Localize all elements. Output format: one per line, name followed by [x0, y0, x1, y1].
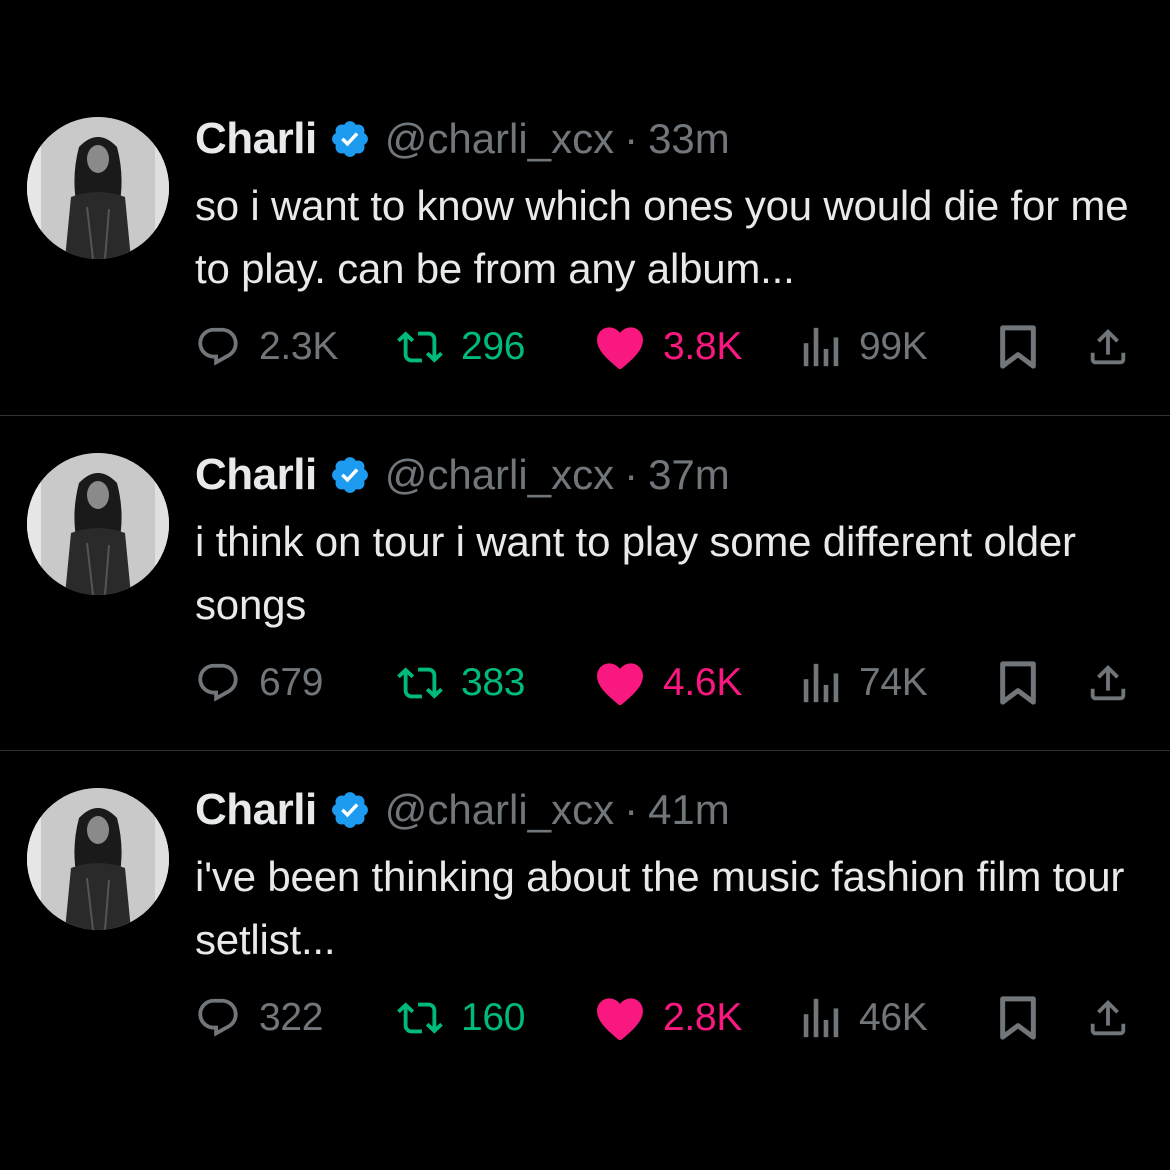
verified-badge-icon — [329, 454, 371, 496]
share-icon — [1085, 660, 1131, 706]
separator-dot: · — [624, 451, 639, 498]
share-icon — [1085, 995, 1131, 1041]
bookmark-button[interactable] — [998, 322, 1038, 372]
views-count: 99K — [859, 325, 928, 368]
retweet-button[interactable]: 160 — [397, 993, 525, 1043]
reply-icon — [195, 660, 241, 706]
timestamp[interactable]: 33m — [648, 115, 730, 163]
action-bar: 322 160 2.8K 46K — [195, 993, 1145, 1043]
share-button[interactable] — [1085, 658, 1131, 708]
avatar[interactable] — [27, 117, 169, 259]
tweet-text: i've been thinking about the music fashi… — [195, 853, 1125, 963]
handle[interactable]: @charli_xcx — [385, 115, 614, 163]
reply-icon — [195, 324, 241, 370]
views-button[interactable]: 46K — [801, 993, 928, 1043]
action-bar: 679 383 4.6K 74K — [195, 658, 1145, 708]
bookmark-button[interactable] — [998, 658, 1038, 708]
reply-button[interactable]: 2.3K — [195, 322, 338, 372]
views-icon — [801, 324, 841, 370]
retweet-button[interactable]: 383 — [397, 658, 525, 708]
timestamp[interactable]: 41m — [648, 786, 730, 834]
like-button[interactable]: 2.8K — [595, 993, 742, 1043]
bookmark-button[interactable] — [998, 993, 1038, 1043]
timestamp[interactable]: 37m — [648, 451, 730, 499]
reply-count: 322 — [259, 996, 324, 1039]
tweet-text: i think on tour i want to play some diff… — [195, 518, 1076, 628]
share-icon — [1085, 324, 1131, 370]
retweet-icon — [397, 324, 443, 370]
retweet-icon — [397, 660, 443, 706]
heart-icon — [595, 660, 645, 706]
avatar[interactable] — [27, 453, 169, 595]
tweet-header: Charli @charli_xcx · 33m — [195, 114, 730, 164]
avatar[interactable] — [27, 788, 169, 930]
handle[interactable]: @charli_xcx — [385, 451, 614, 499]
separator-dot: · — [624, 786, 639, 833]
heart-icon — [595, 324, 645, 370]
like-count: 3.8K — [663, 325, 743, 368]
handle[interactable]: @charli_xcx — [385, 786, 614, 834]
separator-dot: · — [624, 115, 639, 162]
reply-count: 679 — [259, 661, 324, 704]
retweet-button[interactable]: 296 — [397, 322, 525, 372]
retweet-count: 296 — [461, 325, 526, 368]
tweet-header: Charli @charli_xcx · 37m — [195, 450, 730, 500]
views-count: 46K — [859, 996, 928, 1039]
heart-icon — [595, 995, 645, 1041]
display-name[interactable]: Charli — [195, 785, 317, 835]
like-button[interactable]: 4.6K — [595, 658, 742, 708]
reply-count: 2.3K — [259, 325, 339, 368]
retweet-count: 383 — [461, 661, 526, 704]
tweet-text: so i want to know which ones you would d… — [195, 182, 1129, 292]
verified-badge-icon — [329, 789, 371, 831]
views-icon — [801, 995, 841, 1041]
display-name[interactable]: Charli — [195, 450, 317, 500]
reply-button[interactable]: 679 — [195, 658, 323, 708]
tweet[interactable]: Charli @charli_xcx · 41m i've been think… — [0, 750, 1170, 1086]
share-button[interactable] — [1085, 322, 1131, 372]
reply-button[interactable]: 322 — [195, 993, 323, 1043]
verified-badge-icon — [329, 118, 371, 160]
like-count: 2.8K — [663, 996, 743, 1039]
views-button[interactable]: 74K — [801, 658, 928, 708]
tweet[interactable]: Charli @charli_xcx · 37m i think on tour… — [0, 415, 1170, 751]
views-icon — [801, 660, 841, 706]
bookmark-icon — [998, 995, 1038, 1041]
views-count: 74K — [859, 661, 928, 704]
retweet-icon — [397, 995, 443, 1041]
action-bar: 2.3K 296 3.8K 99K — [195, 322, 1145, 372]
display-name[interactable]: Charli — [195, 114, 317, 164]
views-button[interactable]: 99K — [801, 322, 928, 372]
share-button[interactable] — [1085, 993, 1131, 1043]
retweet-count: 160 — [461, 996, 526, 1039]
tweet[interactable]: Charli @charli_xcx · 33m so i want to kn… — [0, 80, 1170, 415]
tweet-header: Charli @charli_xcx · 41m — [195, 785, 730, 835]
reply-icon — [195, 995, 241, 1041]
like-button[interactable]: 3.8K — [595, 322, 742, 372]
like-count: 4.6K — [663, 661, 743, 704]
tweet-feed: Charli @charli_xcx · 33m so i want to kn… — [0, 0, 1170, 1170]
bookmark-icon — [998, 660, 1038, 706]
bookmark-icon — [998, 324, 1038, 370]
